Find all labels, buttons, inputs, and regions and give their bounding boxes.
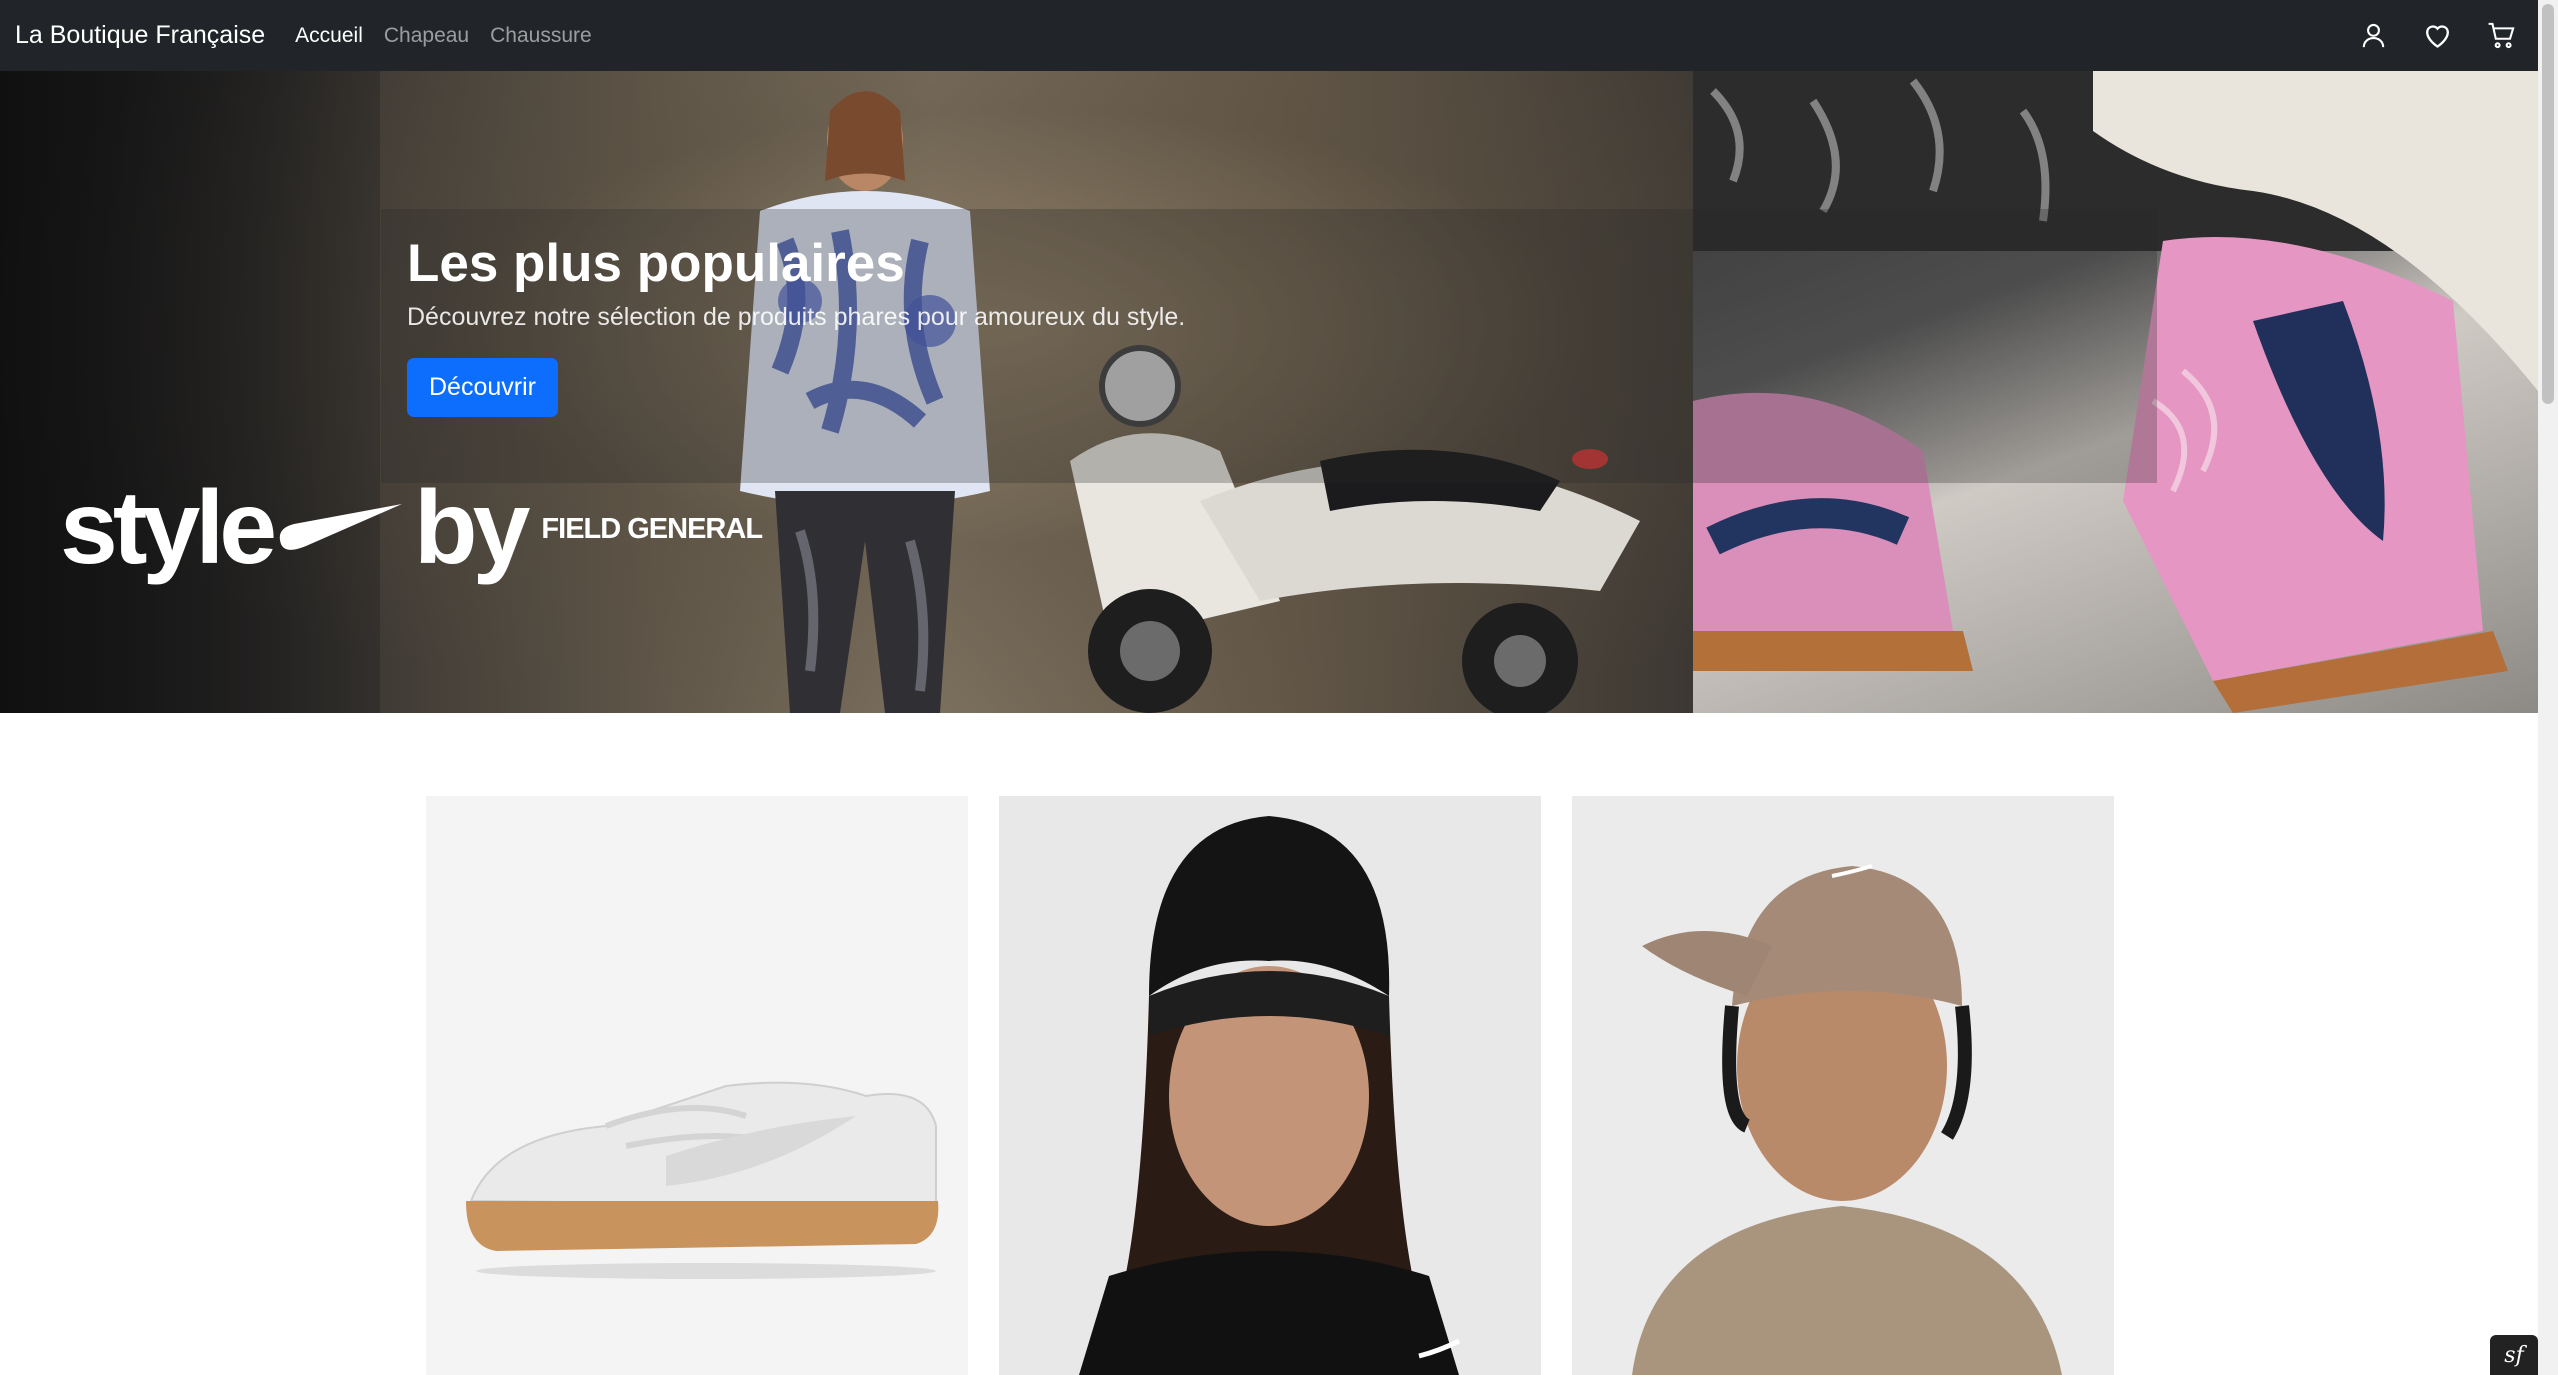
sneaker-image (426, 796, 968, 1375)
user-icon[interactable] (2357, 19, 2390, 52)
product-card-cap[interactable] (1572, 796, 2114, 1375)
product-grid (426, 796, 2114, 1375)
nav-links: Accueil Chapeau Chaussure (295, 24, 613, 48)
beanie-model-image (999, 796, 1541, 1375)
page-scrollbar[interactable] (2538, 0, 2558, 1375)
logo-field-general: FIELD GENERAL (541, 513, 763, 545)
navbar: La Boutique Française Accueil Chapeau Ch… (0, 0, 2538, 71)
swoosh-icon (279, 504, 403, 550)
heart-icon[interactable] (2421, 19, 2454, 52)
nav-icons (2357, 0, 2518, 71)
product-card-sneaker[interactable] (426, 796, 968, 1375)
hero-caption: Les plus populaires Découvrez notre séle… (381, 209, 2157, 483)
cap-model-image (1572, 796, 2114, 1375)
nav-link-chaussure[interactable]: Chaussure (490, 24, 592, 48)
cart-icon[interactable] (2485, 19, 2518, 52)
nav-link-chapeau[interactable]: Chapeau (384, 24, 469, 48)
discover-button[interactable]: Découvrir (407, 358, 558, 417)
nav-link-accueil[interactable]: Accueil (295, 24, 363, 48)
product-card-beanie[interactable] (999, 796, 1541, 1375)
hero-title: Les plus populaires (407, 234, 905, 293)
brand-link[interactable]: La Boutique Française (15, 21, 265, 50)
hero-subtitle: Découvrez notre sélection de produits ph… (407, 303, 1186, 331)
hero-carousel: Les plus populaires Découvrez notre séle… (0, 71, 2538, 713)
logo-word-style: style (60, 470, 277, 586)
logo-word-by: by (414, 470, 530, 586)
scrollbar-thumb[interactable] (2542, 4, 2554, 404)
page: La Boutique Française Accueil Chapeau Ch… (0, 0, 2558, 1375)
style-by-logo: style by FIELD GENERAL (60, 470, 763, 586)
debug-toolbar-icon[interactable]: sf (2490, 1335, 2538, 1375)
